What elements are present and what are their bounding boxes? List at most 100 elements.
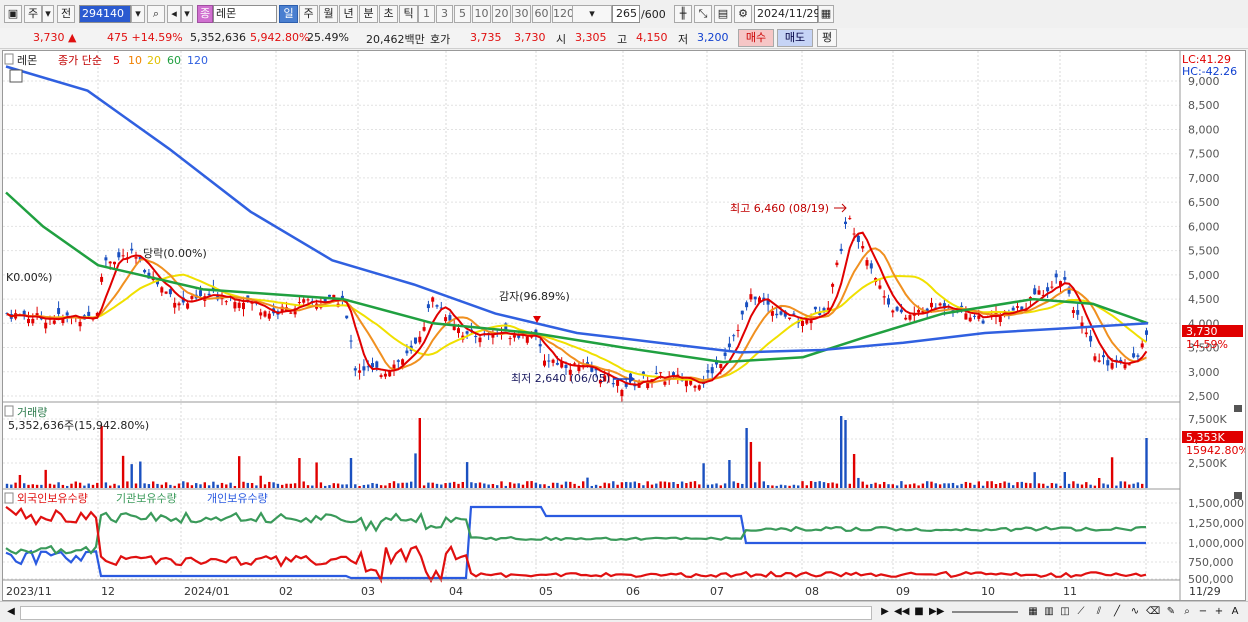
prev-button[interactable]: 전 bbox=[57, 5, 75, 23]
layout-icon[interactable]: ▣ bbox=[4, 5, 22, 23]
calendar-icon[interactable]: ▦ bbox=[818, 5, 834, 23]
gear-icon[interactable]: ⚙ bbox=[734, 5, 752, 23]
volume-bar bbox=[27, 484, 30, 488]
volume-bar bbox=[83, 485, 86, 488]
candle-body bbox=[745, 302, 749, 308]
speaker-icon[interactable]: ◂ bbox=[167, 5, 181, 23]
volume-bar bbox=[990, 481, 993, 488]
holder-panel-handle-icon[interactable] bbox=[4, 492, 14, 504]
sell-button[interactable]: 매도 bbox=[777, 29, 813, 47]
interval-120[interactable]: 120 bbox=[552, 5, 574, 23]
candle-body bbox=[611, 383, 615, 385]
interval-3[interactable]: 3 bbox=[436, 5, 453, 23]
save-icon[interactable]: ▤ bbox=[714, 5, 732, 23]
tab-period-5[interactable]: 초 bbox=[379, 5, 398, 23]
volume-bar bbox=[5, 483, 9, 488]
candle-body bbox=[1140, 343, 1144, 348]
speaker-dropdown-icon[interactable]: ▾ bbox=[181, 5, 193, 23]
volume-bar bbox=[358, 485, 361, 488]
text-tool-icon[interactable]: A bbox=[1228, 605, 1242, 619]
fast-forward-icon[interactable]: ▶▶ bbox=[929, 605, 944, 619]
volume-bar bbox=[362, 484, 366, 488]
period-type-select[interactable]: 주 bbox=[24, 5, 42, 23]
date-input[interactable]: 2024/11/29 bbox=[754, 5, 820, 23]
volume-bar bbox=[711, 484, 714, 488]
volume-bar bbox=[840, 416, 843, 488]
brush-icon[interactable]: ✎ bbox=[1164, 605, 1178, 619]
horizontal-scrollbar[interactable] bbox=[20, 606, 872, 620]
interval-20[interactable]: 20 bbox=[492, 5, 511, 23]
tab-period-4[interactable]: 분 bbox=[359, 5, 378, 23]
ma10-line bbox=[6, 247, 1147, 384]
volume-bar bbox=[61, 484, 65, 488]
volume-bar bbox=[491, 483, 495, 488]
volume-bar bbox=[453, 481, 456, 488]
search-icon[interactable]: ⌕ bbox=[147, 5, 165, 23]
stop-icon[interactable]: ■ bbox=[912, 605, 926, 619]
volume-bar bbox=[1132, 483, 1135, 488]
trend-icon[interactable]: ⟋ bbox=[1074, 605, 1088, 619]
interval-1[interactable]: 1 bbox=[418, 5, 435, 23]
volume-panel-handle-icon[interactable] bbox=[4, 405, 14, 417]
interval-60[interactable]: 60 bbox=[532, 5, 551, 23]
tile-icon[interactable]: ▥ bbox=[1042, 605, 1056, 619]
zoom-slider[interactable] bbox=[952, 611, 1018, 613]
eval-button[interactable]: 평 bbox=[817, 29, 837, 47]
panel-handle-icon[interactable] bbox=[4, 53, 14, 65]
volume-panel-close-icon[interactable] bbox=[1234, 405, 1242, 412]
price-y-tick: 5,500 bbox=[1188, 245, 1220, 258]
grid-icon[interactable]: ▦ bbox=[1026, 605, 1040, 619]
eraser-icon[interactable]: ⌫ bbox=[1146, 605, 1160, 619]
candle-body bbox=[190, 296, 194, 299]
candle-body bbox=[693, 385, 697, 388]
tab-period-6[interactable]: 틱 bbox=[399, 5, 418, 23]
volume-bar bbox=[599, 485, 602, 488]
interval-5[interactable]: 5 bbox=[454, 5, 471, 23]
scroll-left-icon[interactable]: ◀ bbox=[4, 605, 18, 619]
candle-body bbox=[27, 318, 30, 324]
volume-bar bbox=[212, 481, 215, 488]
interval-30[interactable]: 30 bbox=[512, 5, 531, 23]
chevron-down-icon[interactable]: ▾ bbox=[42, 5, 54, 23]
table-icon[interactable] bbox=[9, 69, 23, 83]
fibonacci-icon[interactable]: ⫽ bbox=[1092, 605, 1106, 619]
code-input[interactable]: 294140 bbox=[79, 5, 131, 23]
interval-custom-select[interactable]: ▾ bbox=[572, 5, 612, 23]
interval-10[interactable]: 10 bbox=[472, 5, 491, 23]
rewind-icon[interactable]: ◀◀ bbox=[894, 605, 909, 619]
scroll-right-icon[interactable]: ▶ bbox=[878, 605, 892, 619]
volume-bar bbox=[483, 483, 486, 488]
candle-body bbox=[362, 366, 366, 371]
tab-period-1[interactable]: 주 bbox=[299, 5, 318, 23]
candle-body bbox=[1011, 307, 1015, 311]
buy-button[interactable]: 매수 bbox=[738, 29, 774, 47]
tab-period-2[interactable]: 월 bbox=[319, 5, 338, 23]
volume-bar bbox=[852, 454, 856, 488]
stock-name-field[interactable]: 레몬 bbox=[213, 5, 277, 23]
magnify-icon[interactable]: ⌕ bbox=[1180, 605, 1194, 619]
x-axis-label: 09 bbox=[896, 585, 910, 598]
volume-bar bbox=[943, 483, 946, 488]
candle-body bbox=[78, 321, 82, 327]
chart-area[interactable]: 레몬 종가 단순 5 10 20 60 120 LC:41.29 HC:-42.… bbox=[2, 50, 1248, 601]
zoom-icon[interactable]: ⤡ bbox=[694, 5, 712, 23]
zoom-in-icon[interactable]: + bbox=[1212, 605, 1226, 619]
volume-bar bbox=[526, 481, 529, 488]
volume-bar bbox=[736, 482, 740, 488]
legend-ma60: 60 bbox=[167, 54, 181, 67]
zoom-out-icon[interactable]: − bbox=[1196, 605, 1210, 619]
holder-panel-close-icon[interactable] bbox=[1234, 492, 1242, 499]
stock-chart[interactable]: 레몬 종가 단순 5 10 20 60 120 LC:41.29 HC:-42.… bbox=[3, 51, 1248, 600]
volume-bar bbox=[865, 484, 869, 488]
tab-period-0[interactable]: 일 bbox=[279, 5, 298, 23]
count-input[interactable]: 265 bbox=[612, 5, 640, 23]
tab-period-3[interactable]: 년 bbox=[339, 5, 358, 23]
line-tool-icon[interactable]: ╱ bbox=[1110, 605, 1124, 619]
candle-icon[interactable]: ╫ bbox=[674, 5, 692, 23]
code-dropdown-icon[interactable]: ▾ bbox=[131, 5, 145, 23]
volume-bar bbox=[259, 475, 262, 488]
split-icon[interactable]: ◫ bbox=[1058, 605, 1072, 619]
candle-body bbox=[620, 389, 624, 397]
wave-icon[interactable]: ∿ bbox=[1128, 605, 1142, 619]
holder-y-tick: 1,000,000 bbox=[1188, 537, 1244, 550]
